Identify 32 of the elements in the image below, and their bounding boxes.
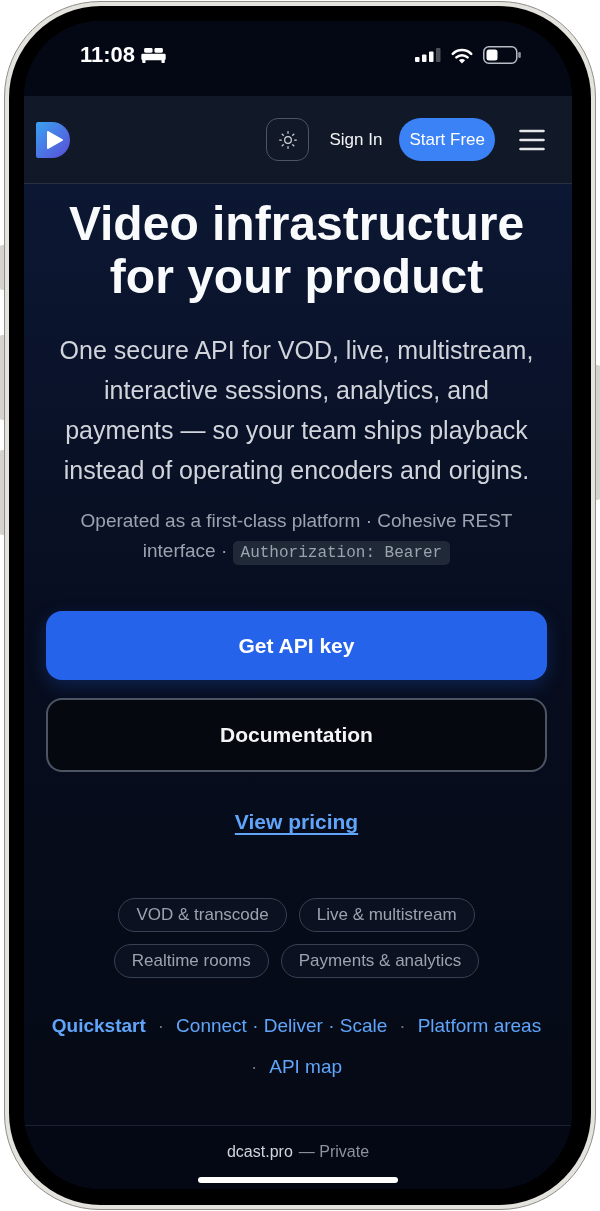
footer-link[interactable]: API map (269, 1046, 343, 1087)
start-free-button[interactable]: Start Free (399, 118, 495, 161)
status-time: 11:08 (80, 44, 136, 66)
signal-icon (415, 48, 441, 62)
bed-icon (141, 48, 167, 63)
feature-tag: VOD & transcode (118, 898, 287, 932)
address-domain[interactable]: dcast.pro (226, 1142, 293, 1162)
theme-toggle-button[interactable] (266, 118, 310, 161)
menu-icon[interactable] (519, 128, 545, 151)
feature-tag: Live & multistream (298, 898, 475, 932)
auth-header-code: Authorization: Bearer (232, 541, 451, 565)
text-link[interactable]: View pricing (234, 808, 359, 836)
separator-dot: · (399, 1014, 406, 1038)
feature-tag: Payments & analytics (280, 944, 480, 978)
battery-icon (483, 46, 521, 64)
phone-side-key (0, 245, 4, 290)
footer-link[interactable]: Connect · Deliver · Scale (176, 1005, 388, 1046)
wifi-icon (450, 46, 474, 64)
hero-description: One secure API for VOD, live, multistream, interactive sessions, analytics, and payments — so your team ships playback instead of operating encoders and origins. (58, 335, 535, 486)
footer-link[interactable]: Quickstart (51, 1005, 146, 1046)
platform-note: Operated as a first-class platform · Cohesive REST interface · Authorization: Bearer (66, 506, 527, 568)
sign-in-link[interactable]: Sign In (329, 128, 383, 151)
feature-tag: Realtime rooms (113, 944, 269, 978)
logo-icon[interactable] (36, 121, 70, 158)
primary-button[interactable]: Get API key (46, 611, 547, 680)
private-mode-label: — Private (298, 1142, 370, 1162)
footer-link[interactable]: Platform areas (417, 1005, 542, 1046)
separator-dot: · (157, 1014, 165, 1038)
separator-dot: · (250, 1055, 258, 1079)
secondary-button[interactable]: Documentation (46, 698, 547, 772)
hero-title: Video infrastructure for your product (67, 197, 526, 303)
sun-icon (277, 129, 298, 150)
